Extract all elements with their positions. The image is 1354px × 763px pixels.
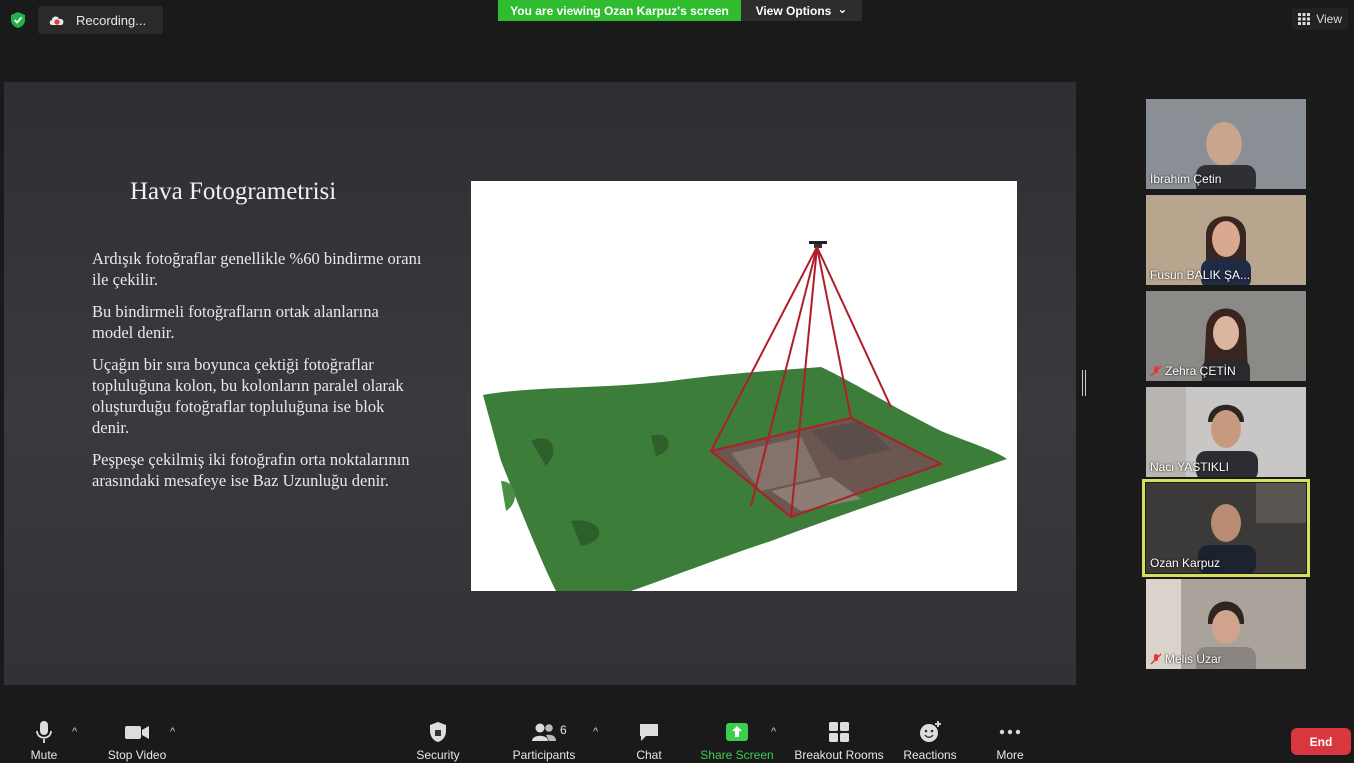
more-button[interactable]: More bbox=[990, 710, 1030, 763]
view-layout-button[interactable]: View bbox=[1292, 8, 1348, 30]
chat-label: Chat bbox=[636, 748, 662, 762]
view-options-button[interactable]: View Options ⌄ bbox=[741, 0, 862, 21]
microphone-icon bbox=[36, 721, 52, 743]
security-shield-icon bbox=[430, 722, 446, 742]
slide-paragraph: Peşpeşe çekilmiş iki fotoğrafın orta nok… bbox=[92, 450, 410, 490]
participants-label: Participants bbox=[512, 748, 576, 762]
share-options-caret[interactable]: ^ bbox=[771, 726, 776, 738]
reactions-label: Reactions bbox=[903, 748, 957, 762]
end-meeting-button[interactable]: End bbox=[1291, 728, 1351, 755]
participant-name: Naci YASTIKLI bbox=[1150, 460, 1229, 474]
terrain-drone-illustration bbox=[483, 241, 1007, 591]
breakout-rooms-label: Breakout Rooms bbox=[794, 748, 884, 762]
shield-icon[interactable] bbox=[9, 11, 27, 29]
share-screen-button[interactable]: Share Screen bbox=[700, 710, 774, 763]
mic-muted-icon bbox=[1150, 653, 1162, 665]
slide-body: Ardışık fotoğraflar genellikle %60 bindi… bbox=[92, 248, 422, 502]
chat-bubble-icon bbox=[640, 724, 658, 741]
recording-indicator[interactable]: Recording... bbox=[38, 6, 163, 34]
stop-video-label: Stop Video bbox=[107, 748, 167, 762]
more-dots-icon bbox=[999, 729, 1021, 735]
slide-title: Hava Fotogrametrisi bbox=[130, 178, 337, 205]
stop-video-button[interactable]: Stop Video bbox=[102, 710, 172, 763]
security-button[interactable]: Security bbox=[412, 710, 464, 763]
slide-paragraph: Ardışık fotoğraflar genellikle %60 bindi… bbox=[92, 249, 422, 289]
more-label: More bbox=[996, 748, 1024, 762]
participant-name: Zehra ÇETİN bbox=[1150, 364, 1236, 378]
view-options-label: View Options bbox=[755, 3, 832, 18]
participant-tile[interactable]: Zehra ÇETİN bbox=[1146, 291, 1306, 381]
participant-tile-active-speaker[interactable]: Ozan Karpuz bbox=[1142, 479, 1310, 577]
participants-button[interactable]: Participants bbox=[510, 710, 578, 763]
participant-tile[interactable]: Fusun BALIK ŞA... bbox=[1146, 195, 1306, 285]
video-camera-icon bbox=[125, 726, 149, 739]
shared-screen-slide: Hava Fotogrametrisi Ardışık fotoğraflar … bbox=[4, 82, 1076, 685]
share-screen-icon bbox=[726, 723, 748, 741]
reactions-button[interactable]: Reactions bbox=[900, 710, 960, 763]
participant-tile[interactable]: Naci YASTIKLI bbox=[1146, 387, 1306, 477]
participant-name: Fusun BALIK ŞA... bbox=[1150, 268, 1251, 282]
grid-icon bbox=[1298, 13, 1311, 25]
chevron-down-icon: ⌄ bbox=[837, 1, 848, 16]
share-screen-label: Share Screen bbox=[700, 748, 774, 762]
participants-count: 6 bbox=[560, 723, 567, 737]
view-label: View bbox=[1316, 12, 1342, 26]
chat-button[interactable]: Chat bbox=[628, 710, 670, 763]
mute-label: Mute bbox=[30, 748, 58, 762]
cloud-recording-icon bbox=[49, 16, 64, 25]
viewing-screen-banner: You are viewing Ozan Karpuz's screen bbox=[498, 0, 741, 21]
participants-icon bbox=[532, 723, 556, 741]
recording-label: Recording... bbox=[76, 12, 147, 28]
mute-button[interactable]: Mute bbox=[24, 710, 64, 763]
security-label: Security bbox=[416, 748, 460, 762]
participant-name: Ozan Karpuz bbox=[1150, 556, 1221, 570]
top-bar: Recording... You are viewing Ozan Karpuz… bbox=[0, 0, 1354, 40]
mic-muted-icon bbox=[1150, 365, 1162, 377]
participant-tile[interactable]: Melis Uzar bbox=[1146, 579, 1306, 669]
video-options-caret[interactable]: ^ bbox=[170, 726, 175, 738]
participants-options-caret[interactable]: ^ bbox=[593, 726, 598, 738]
slide-paragraph: Bu bindirmeli fotoğrafların ortak alanla… bbox=[92, 302, 379, 342]
breakout-rooms-button[interactable]: Breakout Rooms bbox=[794, 710, 884, 763]
participant-tile[interactable]: İbrahim Çetin bbox=[1146, 99, 1306, 189]
breakout-rooms-icon bbox=[829, 722, 849, 742]
reactions-smiley-icon bbox=[920, 721, 941, 742]
aerial-photogrammetry-illustration bbox=[471, 181, 1017, 591]
meeting-controls-toolbar: Mute ^ Stop Video ^ Security Participant… bbox=[0, 710, 1354, 763]
mute-options-caret[interactable]: ^ bbox=[72, 726, 77, 738]
panel-resize-handle[interactable] bbox=[1082, 370, 1086, 396]
participant-name: Melis Uzar bbox=[1150, 652, 1222, 666]
participant-name: İbrahim Çetin bbox=[1150, 172, 1222, 186]
slide-paragraph: Uçağın bir sıra boyunca çektiği fotoğraf… bbox=[92, 355, 404, 437]
